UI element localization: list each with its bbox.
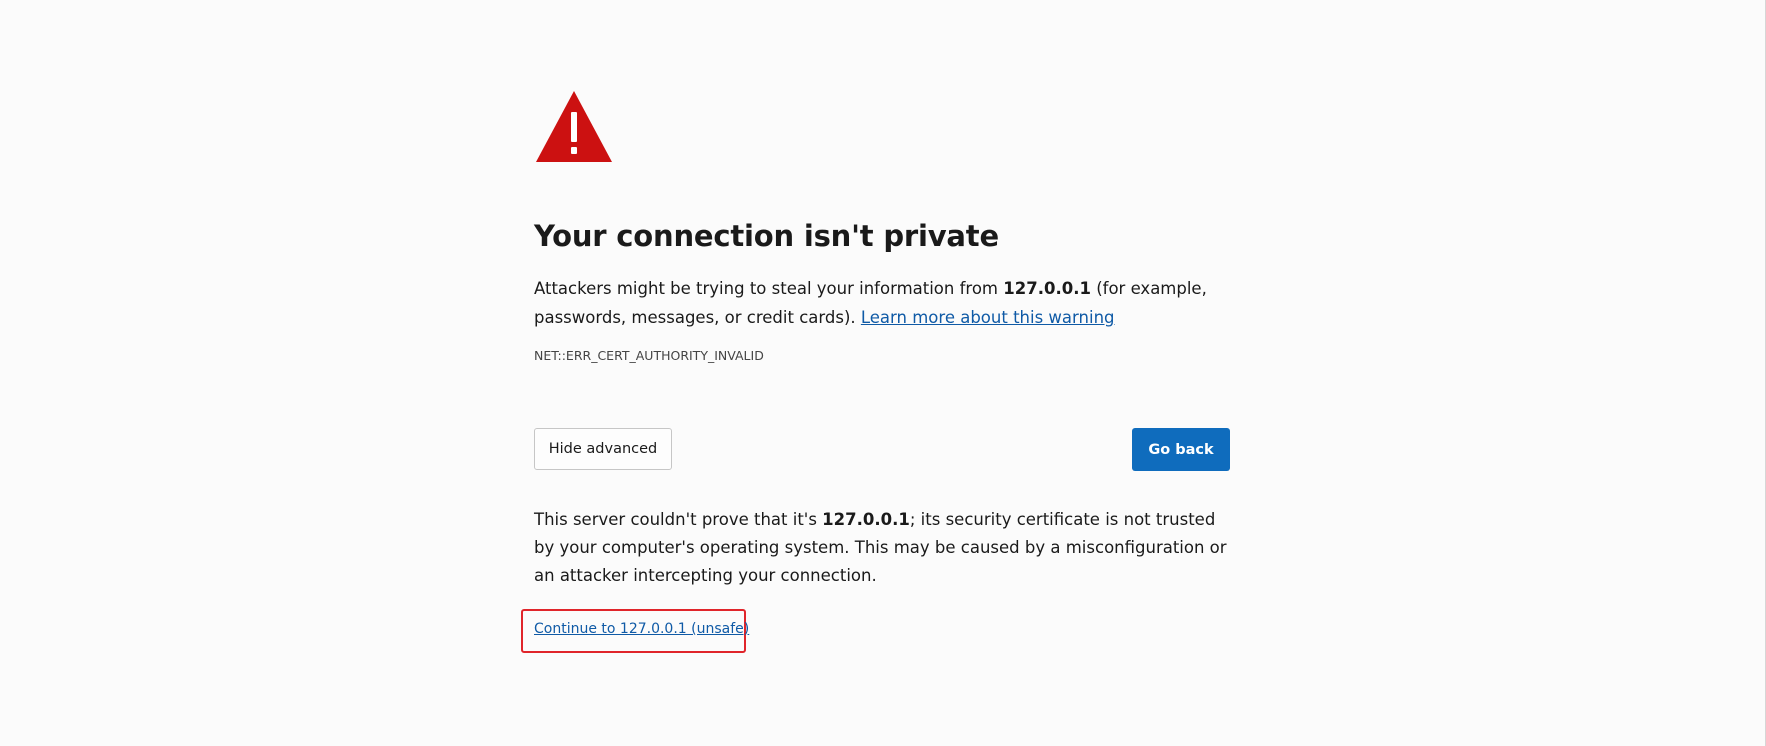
details-text: This server couldn't prove that it's — [534, 510, 823, 529]
error-code: NET::ERR_CERT_AUTHORITY_INVALID — [534, 348, 764, 363]
page-title: Your connection isn't private — [534, 219, 999, 253]
go-back-button[interactable]: Go back — [1132, 428, 1230, 471]
proceed-unsafe-link[interactable]: Continue to 127.0.0.1 (unsafe) — [534, 621, 749, 637]
host-name: 127.0.0.1 — [1003, 279, 1091, 298]
advanced-details: This server couldn't prove that it's 127… — [534, 506, 1230, 590]
learn-more-link[interactable]: Learn more about this warning — [861, 308, 1115, 327]
details-host-name: 127.0.0.1 — [822, 510, 910, 529]
warning-triangle-icon — [536, 91, 612, 162]
warning-description: Attackers might be trying to steal your … — [534, 274, 1224, 332]
description-text: Attackers might be trying to steal your … — [534, 279, 1004, 298]
hide-advanced-button[interactable]: Hide advanced — [534, 428, 672, 470]
browser-page: Your connection isn't private Attackers … — [0, 0, 1766, 746]
